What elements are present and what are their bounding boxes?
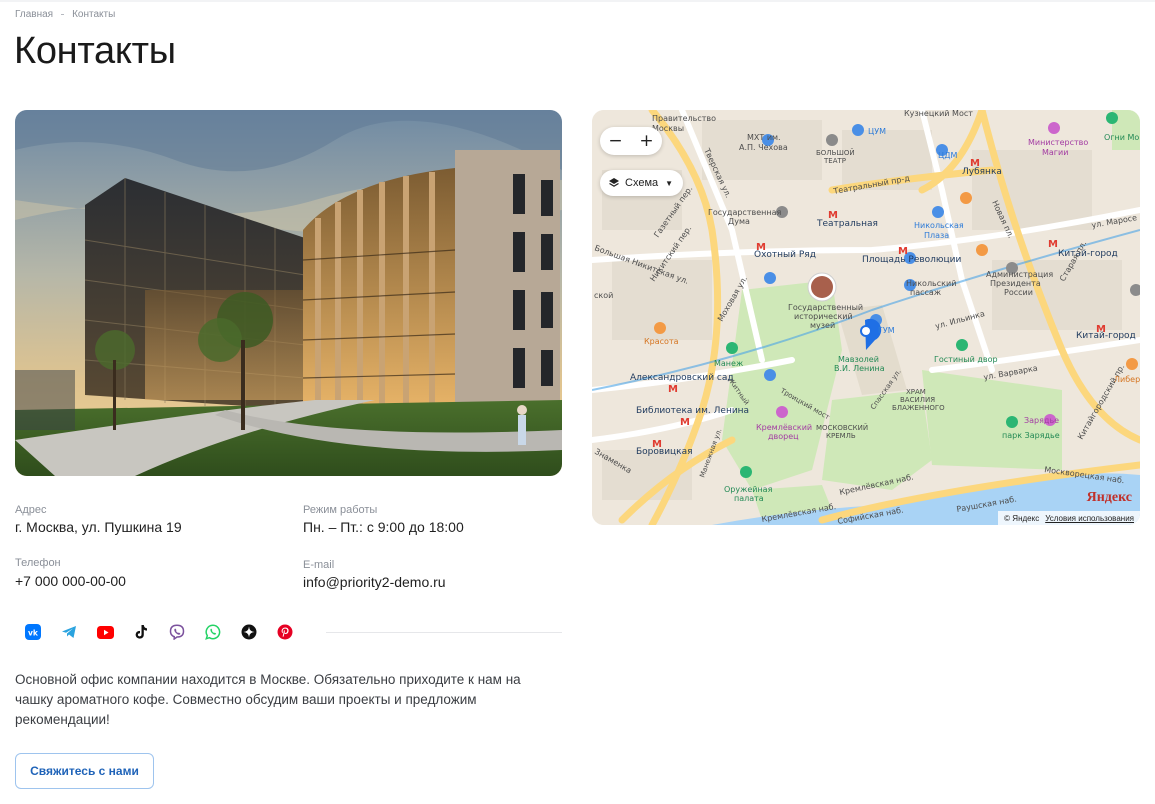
social-links: vk [15, 620, 303, 644]
layers-icon [609, 178, 619, 187]
hours-value: Пн. – Пт.: с 9:00 до 18:00 [303, 519, 464, 535]
map-label: Гостиный двор [934, 355, 998, 364]
yandex-map[interactable]: M M M M M M M M M Кузнецкий Мост Правите… [592, 110, 1140, 525]
vk-icon[interactable]: vk [15, 620, 51, 644]
viber-icon[interactable] [159, 620, 195, 644]
office-description: Основной офис компании находится в Москв… [15, 672, 521, 727]
telegram-icon[interactable] [51, 620, 87, 644]
page-title: Контакты [14, 30, 176, 72]
map-label: Магии [1042, 148, 1068, 157]
map-label: Правительство [652, 114, 716, 123]
map-label: Площадь Революции [862, 255, 961, 265]
map-label: Государственная [708, 208, 781, 217]
map-label: БЛАЖЕННОГО [892, 404, 945, 412]
map-label: Манеж [714, 359, 743, 368]
map-label: ГУМ [878, 326, 895, 335]
map-label: Китай-город [1058, 249, 1118, 259]
email-value[interactable]: info@priority2-demo.ru [303, 574, 446, 590]
map-label: пассаж [910, 288, 941, 297]
map-label: Лубянка [962, 167, 1002, 177]
map-label: Боровицкая [636, 447, 693, 457]
map-label: МХТ им. [747, 133, 781, 142]
contact-us-button[interactable]: Свяжитесь с нами [15, 753, 154, 789]
map-label: МОСКОВСКИЙ [816, 423, 868, 432]
office-photo [15, 110, 562, 476]
map-label: Администрация [986, 270, 1053, 279]
map-layer-selector[interactable]: Схема ▼ [600, 170, 684, 196]
map-label: ХРАМ [906, 388, 926, 396]
map-label: Дума [728, 217, 750, 226]
tiktok-icon[interactable] [123, 620, 159, 644]
map-label: Театральная [816, 219, 878, 229]
map-label: Зарядье [1024, 416, 1059, 425]
chevron-down-icon: ▼ [665, 178, 674, 188]
svg-text:vk: vk [28, 629, 39, 638]
map-label: БОЛЬШОЙ [816, 148, 855, 157]
map-label: Никольский [906, 279, 956, 288]
youtube-icon[interactable] [87, 620, 123, 644]
map-label: Плаза [924, 231, 949, 240]
map-label: Оружейная [724, 485, 773, 494]
map-label: Мавзолей [838, 355, 879, 364]
map-label: ЦУМ [868, 127, 886, 136]
map-label: ЦДМ [938, 151, 957, 160]
layer-label: Схема [625, 177, 659, 189]
map-label: Кузнецкий Мост [904, 110, 973, 118]
svg-text:M: M [1048, 239, 1058, 250]
phone-value[interactable]: +7 000 000-00-00 [15, 573, 126, 589]
map-label: ской [594, 291, 613, 300]
zen-icon[interactable] [231, 620, 267, 644]
map-label: Библиотека им. Ленина [636, 406, 749, 416]
map-label: дворец [768, 432, 799, 441]
map-label: Александровский сад [630, 373, 734, 383]
map-label: Никольская [914, 221, 964, 230]
breadcrumb: Главная Контакты [15, 9, 115, 20]
map-label: Охотный Ряд [754, 250, 816, 260]
map-terms-link[interactable]: Условия использования [1045, 514, 1134, 523]
breadcrumb-home[interactable]: Главная [15, 9, 53, 20]
address-value: г. Москва, ул. Пушкина 19 [15, 519, 182, 535]
map-label: Красота [644, 337, 679, 346]
svg-text:M: M [680, 417, 690, 428]
breadcrumb-current: Контакты [72, 9, 116, 20]
whatsapp-icon[interactable] [195, 620, 231, 644]
map-label: Огни Мо [1104, 133, 1139, 142]
phone-label: Телефон [15, 557, 61, 569]
address-label: Адрес [15, 504, 47, 516]
map-label: В.И. Ленина [834, 364, 885, 373]
map-label: ТЕАТР [823, 157, 846, 165]
map-label: палата [734, 494, 764, 503]
map-label: Государственный [788, 303, 863, 312]
map-label: исторический [794, 312, 853, 321]
map-label: КРЕМЛЬ [826, 432, 856, 440]
social-divider [326, 632, 562, 633]
hours-label: Режим работы [303, 504, 378, 516]
pinterest-icon[interactable] [267, 620, 303, 644]
map-label: музей [810, 321, 835, 330]
map-label: Президента [990, 279, 1041, 288]
map-zoom-control: − + [600, 127, 662, 155]
svg-text:M: M [668, 384, 678, 395]
yandex-logo: Яндекс [1086, 490, 1132, 505]
map-label: Министерство [1028, 138, 1088, 147]
map-copyright: © Яндекс [1004, 513, 1040, 523]
zoom-out-button[interactable]: − [600, 127, 631, 155]
email-label: E-mail [303, 559, 335, 571]
map-label: А.П. Чехова [739, 143, 788, 152]
map-label: Китай-город [1076, 331, 1136, 341]
top-divider [0, 0, 1155, 2]
zoom-in-button[interactable]: + [631, 127, 662, 155]
breadcrumb-separator [61, 14, 65, 15]
map-label: России [1004, 288, 1033, 297]
map-label: Кремлёвский [756, 423, 812, 432]
map-label: ВАСИЛИЯ [900, 396, 935, 404]
map-attribution: © Яндекс Условия использования [998, 511, 1140, 525]
map-label: парк Зарядье [1002, 431, 1060, 440]
